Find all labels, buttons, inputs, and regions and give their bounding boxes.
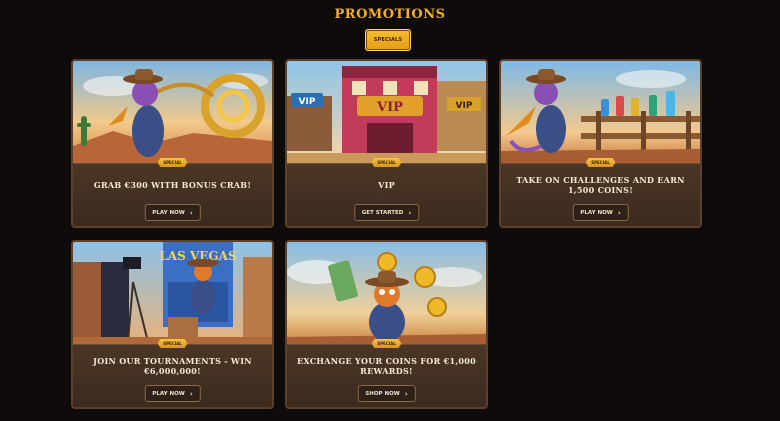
promo-card-bonus-crab[interactable]: SPECIAL GRAB €300 WITH BONUS CRAB! PLAY …	[71, 59, 274, 228]
chevron-right-icon: ›	[404, 389, 408, 398]
shop-now-button[interactable]: SHOP NOW ›	[357, 385, 416, 402]
promo-image-tournaments: LAS VEGAS	[73, 242, 272, 344]
button-label: PLAY NOW	[580, 209, 613, 216]
chevron-right-icon: ›	[408, 208, 412, 217]
vip-sign-center: VIP	[376, 100, 403, 115]
special-badge: SPECIAL	[157, 158, 188, 167]
play-now-button[interactable]: PLAY NOW ›	[144, 204, 201, 221]
special-badge: SPECIAL	[371, 158, 402, 167]
vip-sign-left: VIP	[299, 97, 316, 107]
promo-card-title: JOIN OUR TOURNAMENTS - WIN €6,000,000!	[93, 356, 252, 376]
promo-card-tournaments[interactable]: LAS VEGAS SPECIAL JOIN OUR TOURNAMENTS -…	[71, 240, 274, 409]
promo-card-panel: TAKE ON CHALLENGES AND EARN 1,500 COINS!…	[501, 163, 700, 226]
promo-image-bonus-crab	[73, 61, 272, 163]
page-title: PROMOTIONS	[334, 7, 446, 22]
special-badge: SPECIAL	[157, 339, 188, 348]
promo-image-coin-shop	[287, 242, 486, 344]
button-label: PLAY NOW	[152, 390, 185, 397]
promo-card-coin-shop[interactable]: SPECIAL EXCHANGE YOUR COINS FOR €1,000 R…	[285, 240, 488, 409]
promo-card-vip[interactable]: VIP VIP VIP SPECIAL VIP GET STARTED ›	[285, 59, 488, 228]
play-now-button[interactable]: PLAY NOW ›	[572, 204, 629, 221]
promo-card-title: GRAB €300 WITH BONUS CRAB!	[93, 180, 252, 190]
special-badge: SPECIAL	[371, 339, 402, 348]
play-now-button[interactable]: PLAY NOW ›	[144, 385, 201, 402]
promo-card-panel: VIP GET STARTED ›	[287, 163, 486, 226]
promo-image-vip: VIP VIP VIP	[287, 61, 486, 163]
promo-card-challenges[interactable]: SPECIAL TAKE ON CHALLENGES AND EARN 1,50…	[499, 59, 702, 228]
promo-card-title: TAKE ON CHALLENGES AND EARN 1,500 COINS!	[516, 175, 685, 195]
promo-card-title: VIP	[378, 180, 395, 190]
button-label: GET STARTED	[361, 209, 404, 216]
chevron-right-icon: ›	[189, 208, 193, 217]
button-label: PLAY NOW	[152, 209, 185, 216]
vip-sign-right: VIP	[456, 101, 473, 111]
promo-image-challenges	[501, 61, 700, 163]
chevron-right-icon: ›	[617, 208, 621, 217]
special-badge: SPECIAL	[585, 158, 616, 167]
button-label: SHOP NOW	[365, 390, 400, 397]
get-started-button[interactable]: GET STARTED ›	[353, 204, 420, 221]
tab-specials[interactable]: SPECIALS	[365, 29, 411, 51]
promo-card-title: EXCHANGE YOUR COINS FOR €1,000 REWARDS!	[296, 356, 477, 376]
promo-card-panel: EXCHANGE YOUR COINS FOR €1,000 REWARDS! …	[287, 344, 486, 407]
chevron-right-icon: ›	[189, 389, 193, 398]
promo-card-panel: GRAB €300 WITH BONUS CRAB! PLAY NOW ›	[73, 163, 272, 226]
promo-card-panel: JOIN OUR TOURNAMENTS - WIN €6,000,000! P…	[73, 344, 272, 407]
